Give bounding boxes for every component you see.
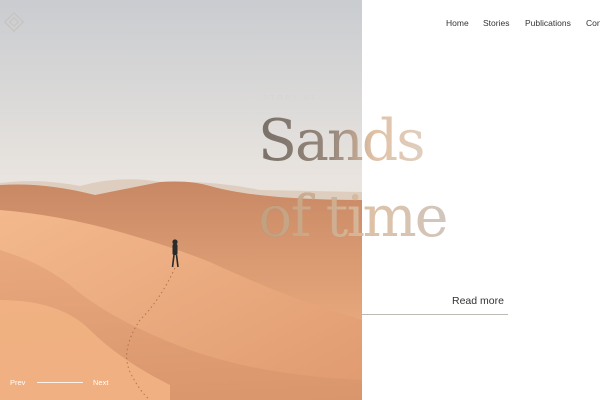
nav-contact[interactable]: Contact xyxy=(586,18,600,28)
nav-publications[interactable]: Publications xyxy=(525,18,571,28)
hero-title-line-1: Sands xyxy=(258,108,424,174)
read-more-link[interactable]: Read more xyxy=(452,295,504,307)
nav-home[interactable]: Home xyxy=(446,18,469,28)
prev-button[interactable]: Prev xyxy=(10,378,25,387)
next-button[interactable]: Next xyxy=(93,378,108,387)
read-more-underline xyxy=(362,314,508,315)
hero-title-line-2: of time xyxy=(258,184,448,250)
story-eyebrow: STORY 01 xyxy=(263,95,318,102)
main-nav: Home Stories Publications Contact xyxy=(446,18,600,34)
nav-stories[interactable]: Stories xyxy=(483,18,509,28)
diamond-logo-icon[interactable] xyxy=(4,12,24,32)
hero-title: Sands of time xyxy=(258,106,448,250)
slider-progress-line xyxy=(37,382,83,383)
